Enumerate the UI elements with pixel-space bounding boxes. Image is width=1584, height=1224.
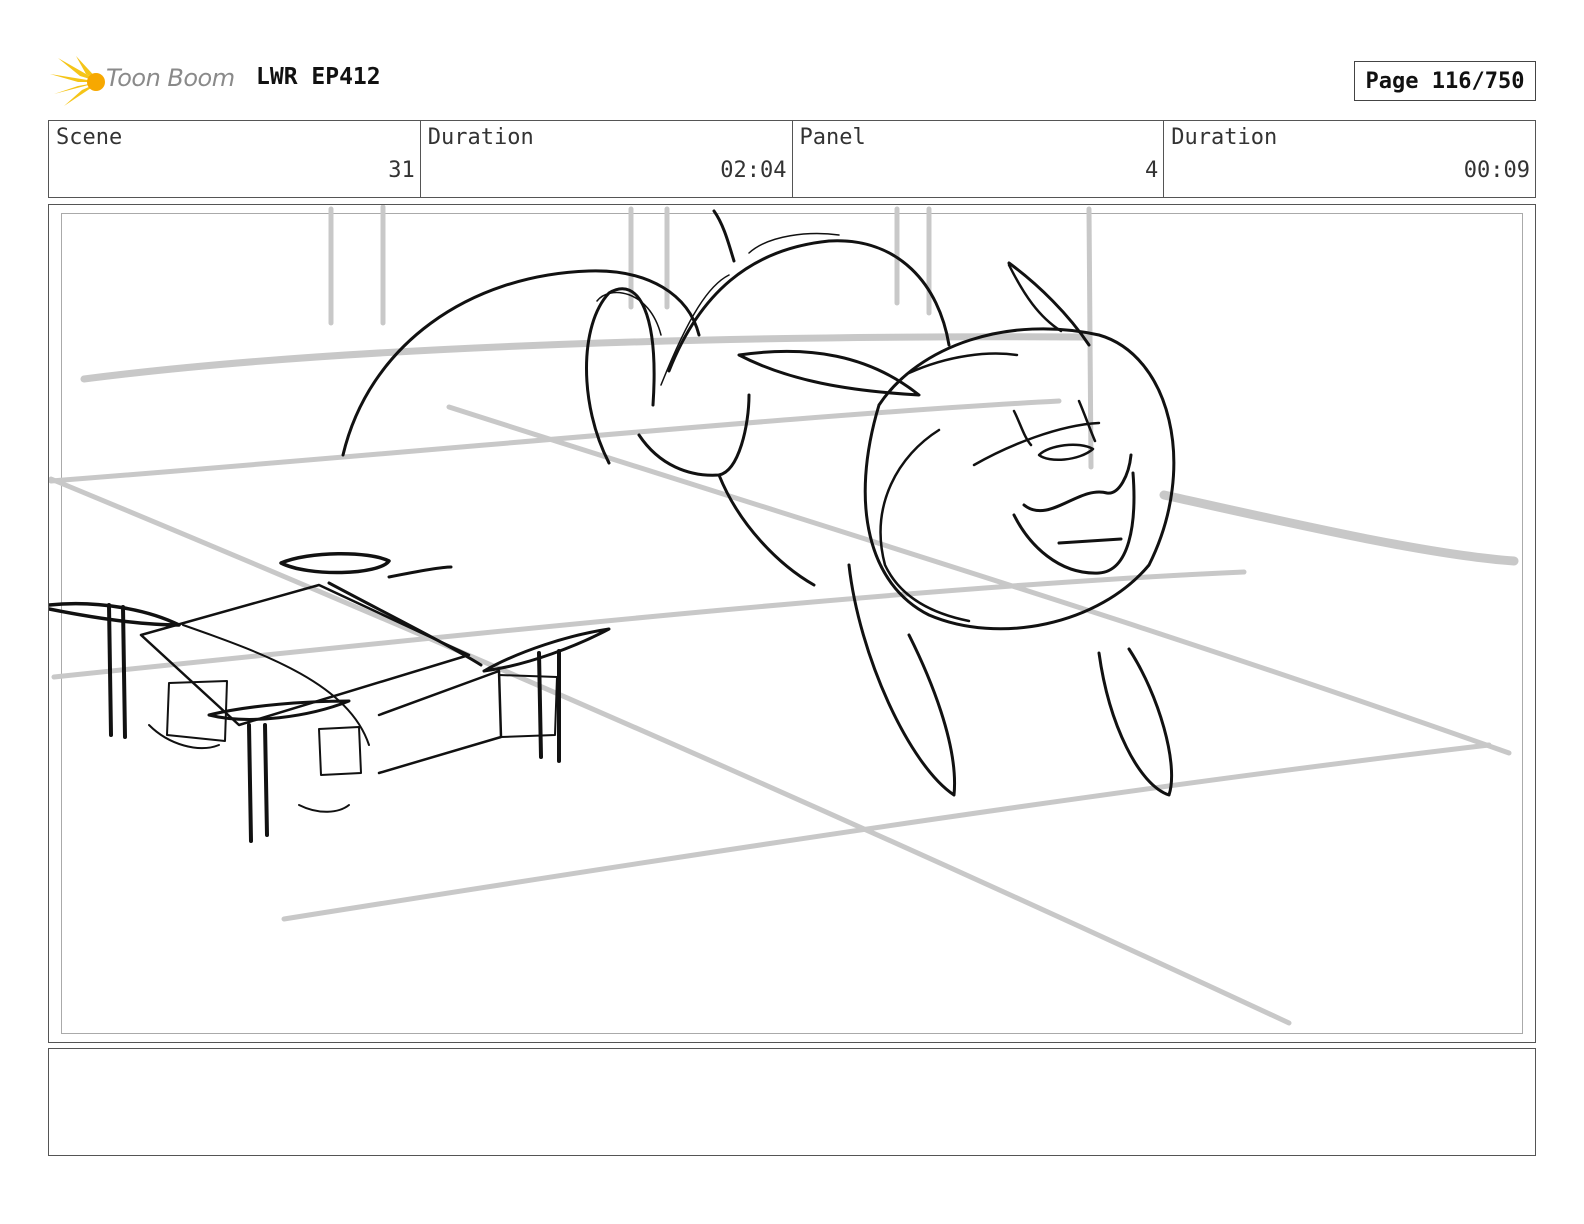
panel-duration-cell: Duration 00:09 <box>1164 121 1535 197</box>
episode-title: LWR EP412 <box>256 64 381 90</box>
panel-cell: Panel 4 <box>793 121 1165 197</box>
toon-boom-logo: Toon Boom <box>50 52 240 110</box>
scene-duration-cell: Duration 02:04 <box>421 121 793 197</box>
scene-value: 31 <box>388 158 415 183</box>
page-indicator: Page 116/750 <box>1354 61 1536 101</box>
scene-cell: Scene 31 <box>49 121 421 197</box>
panel-value: 4 <box>1145 158 1159 183</box>
scene-duration-value: 02:04 <box>720 158 787 183</box>
storyboard-frame <box>48 204 1536 1043</box>
scene-label: Scene <box>56 125 123 150</box>
panel-duration-value: 00:09 <box>1463 158 1530 183</box>
perspective-guides <box>49 205 1519 1026</box>
panel-info-row: Scene 31 Duration 02:04 Panel 4 Duration… <box>48 120 1536 198</box>
starburst-icon <box>50 56 105 106</box>
scene-duration-label: Duration <box>427 125 534 150</box>
brand-name: Toon Boom <box>106 64 235 92</box>
sketch-drawing <box>49 205 1519 1026</box>
notes-box <box>48 1048 1536 1156</box>
panel-label: Panel <box>799 125 866 150</box>
panel-duration-label: Duration <box>1171 125 1278 150</box>
